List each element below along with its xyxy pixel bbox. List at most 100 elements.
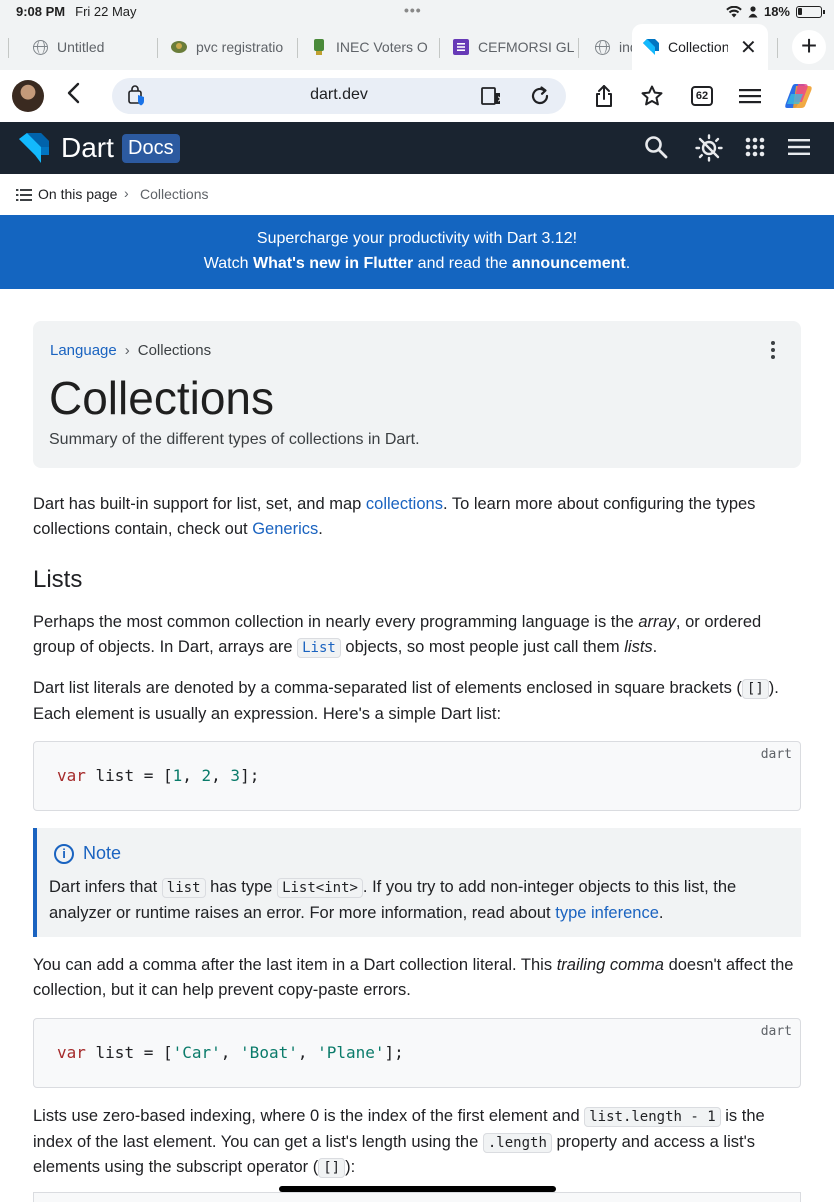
tab-title: pvc registratio bbox=[196, 39, 284, 55]
inline-code: List<int> bbox=[277, 878, 363, 898]
address-bar[interactable]: dart.dev bbox=[112, 78, 566, 114]
code-string: 'Car' bbox=[172, 1043, 221, 1062]
tab-ind[interactable]: ind bbox=[593, 24, 633, 70]
chevron-right-icon: › bbox=[124, 185, 129, 201]
text: . bbox=[652, 637, 658, 656]
current-section: Collections bbox=[140, 186, 209, 202]
search-icon[interactable] bbox=[644, 135, 668, 166]
page-subtitle: Summary of the different types of collec… bbox=[49, 431, 420, 448]
indexing-paragraph: Lists use zero-based indexing, where 0 i… bbox=[33, 1104, 803, 1181]
intro-paragraph: Dart has built-in support for list, set,… bbox=[33, 492, 803, 541]
profile-avatar[interactable] bbox=[12, 80, 44, 112]
text: Perhaps the most common collection in ne… bbox=[33, 613, 639, 631]
trailing-comma-paragraph: You can add a comma after the last item … bbox=[33, 953, 803, 1002]
text: has type bbox=[205, 878, 278, 896]
copilot-icon[interactable] bbox=[782, 82, 816, 110]
share-icon[interactable] bbox=[592, 82, 616, 110]
tab-title: Untitled bbox=[57, 39, 105, 55]
status-bar: 9:08 PM Fri 22 May ••• 18% bbox=[0, 0, 834, 24]
note-title: i Note bbox=[54, 843, 121, 864]
code-string: 'Boat' bbox=[240, 1043, 298, 1062]
code-text: list = [ bbox=[85, 1043, 173, 1062]
emphasis: trailing comma bbox=[556, 956, 664, 974]
inline-code: [] bbox=[318, 1158, 346, 1178]
tab-cefmorsi[interactable]: CEFMORSI GL bbox=[452, 24, 574, 70]
clock: 9:08 PM bbox=[16, 4, 66, 19]
dart-logo[interactable] bbox=[18, 132, 50, 164]
toc-list-icon[interactable] bbox=[16, 188, 32, 202]
tab-inec-voters[interactable]: INEC Voters O bbox=[310, 24, 438, 70]
new-tab-button[interactable]: + bbox=[792, 30, 826, 64]
code-text: ]; bbox=[384, 1043, 404, 1062]
text: Dart list literals are denoted by a comm… bbox=[33, 679, 742, 697]
tab-count: 62 bbox=[691, 86, 713, 106]
chevron-right-icon: › bbox=[124, 342, 130, 359]
bookmark-star-icon[interactable] bbox=[640, 82, 664, 110]
code-block-1[interactable]: dart var list = [1, 2, 3]; bbox=[33, 741, 801, 811]
inec-logo-icon bbox=[310, 38, 328, 56]
page-title: Collections bbox=[49, 372, 274, 424]
on-this-page-label[interactable]: On this page bbox=[38, 186, 117, 202]
close-tab-icon[interactable]: ✕ bbox=[740, 35, 757, 60]
type-inference-link[interactable]: type inference bbox=[555, 904, 659, 922]
text: . bbox=[658, 903, 664, 922]
text: Dart infers that bbox=[49, 878, 162, 896]
note-callout: i Note Dart infers that list has type Lis… bbox=[33, 828, 801, 937]
docs-badge[interactable]: Docs bbox=[122, 134, 180, 163]
tab-separator bbox=[578, 38, 579, 58]
tab-untitled[interactable]: Untitled bbox=[31, 24, 151, 70]
banner-line-1: Supercharge your productivity with Dart … bbox=[256, 230, 578, 247]
whats-new-link[interactable]: What's new in Flutter bbox=[253, 255, 413, 272]
tab-switcher-button[interactable]: 62 bbox=[690, 82, 714, 110]
status-right: 18% bbox=[726, 4, 825, 19]
code-text: list = [ bbox=[85, 766, 173, 785]
banner-line-2: Watch What's new in Flutter and read the… bbox=[0, 255, 834, 273]
code-string: 'Plane' bbox=[317, 1043, 385, 1062]
inline-code: .length bbox=[482, 1132, 552, 1153]
on-this-page-bar[interactable]: On this page › Collections bbox=[0, 175, 834, 215]
code-keyword: var bbox=[57, 766, 86, 785]
reload-icon[interactable] bbox=[528, 84, 552, 113]
text: ): bbox=[345, 1158, 356, 1176]
tab-title: INEC Voters O bbox=[336, 39, 428, 55]
back-arrow-icon[interactable] bbox=[66, 80, 80, 111]
home-indicator[interactable] bbox=[279, 1186, 556, 1192]
banner-text: Watch bbox=[203, 255, 253, 272]
hamburger-menu-icon[interactable] bbox=[788, 138, 810, 161]
theme-toggle-icon[interactable] bbox=[695, 134, 723, 167]
tab-pvc-registration[interactable]: pvc registratio bbox=[170, 24, 284, 70]
reader-mode-icon[interactable] bbox=[480, 84, 504, 113]
list-type-link[interactable]: List bbox=[297, 637, 341, 658]
code-language-label: dart bbox=[760, 1024, 792, 1039]
inline-code: list bbox=[161, 878, 206, 898]
code-block-2[interactable]: dart var list = ['Car', 'Boat', 'Plane']… bbox=[33, 1018, 801, 1088]
tab-separator bbox=[777, 38, 778, 58]
code-block-3-partial bbox=[33, 1192, 801, 1202]
emphasis: lists bbox=[624, 637, 653, 656]
text: Dart has built-in support for list, set,… bbox=[33, 495, 366, 513]
tab-separator bbox=[297, 38, 298, 58]
breadcrumb: Language › Collections bbox=[50, 342, 211, 359]
browser-toolbar: dart.dev 62 bbox=[0, 70, 834, 122]
tab-title: CEFMORSI GL bbox=[478, 39, 574, 55]
code-number: 2 bbox=[201, 766, 212, 785]
generics-link[interactable]: Generics bbox=[252, 520, 318, 538]
lists-paragraph-2: Dart list literals are denoted by a comm… bbox=[33, 676, 803, 726]
text: Lists use zero-based indexing, where 0 i… bbox=[33, 1107, 585, 1125]
menu-icon[interactable] bbox=[738, 82, 762, 110]
breadcrumb-current: Collections bbox=[137, 342, 212, 359]
multitask-dots-icon[interactable]: ••• bbox=[404, 2, 422, 18]
announcement-link[interactable]: announcement bbox=[512, 255, 626, 272]
more-options-icon[interactable] bbox=[771, 341, 775, 362]
site-brand[interactable]: Dart bbox=[61, 132, 114, 164]
text: You can add a comma after the last item … bbox=[33, 956, 557, 974]
code-text: , bbox=[297, 1043, 318, 1062]
battery-icon bbox=[796, 5, 825, 18]
emphasis: array bbox=[638, 613, 676, 631]
tab-separator bbox=[439, 38, 440, 58]
tab-collections-active[interactable]: Collection ✕ bbox=[632, 24, 768, 70]
breadcrumb-language-link[interactable]: Language bbox=[50, 342, 117, 359]
collections-link[interactable]: collections bbox=[366, 495, 443, 513]
code-number: 3 bbox=[230, 766, 241, 785]
apps-grid-icon[interactable] bbox=[745, 137, 765, 162]
